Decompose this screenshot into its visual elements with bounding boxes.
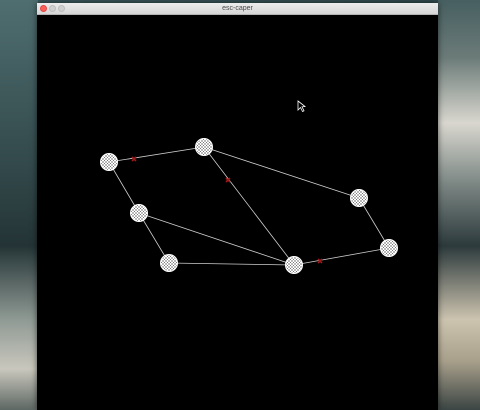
graph-edge [168,262,295,266]
app-window: esc-caper [37,3,438,410]
graph-node[interactable] [285,256,303,274]
edge-markers [131,156,323,264]
graph-node[interactable] [130,204,148,222]
desktop-wallpaper-right [438,0,480,410]
graph-node[interactable] [380,239,398,257]
graph-edge [293,247,390,266]
graph-edge [108,146,205,163]
graph-edges [108,146,390,266]
graph-node[interactable] [350,189,368,207]
title-bar[interactable]: esc-caper [37,3,438,15]
desktop-wallpaper-left [0,0,38,410]
graph-node[interactable] [100,153,118,171]
graph-edge [203,146,360,199]
graph-node[interactable] [160,254,178,272]
graph-node[interactable] [195,138,213,156]
graph-edge [203,146,295,266]
edge-marker[interactable] [131,156,137,162]
mouse-cursor-icon [297,100,307,113]
graph-canvas[interactable] [37,15,438,410]
window-title: esc-caper [222,5,253,12]
